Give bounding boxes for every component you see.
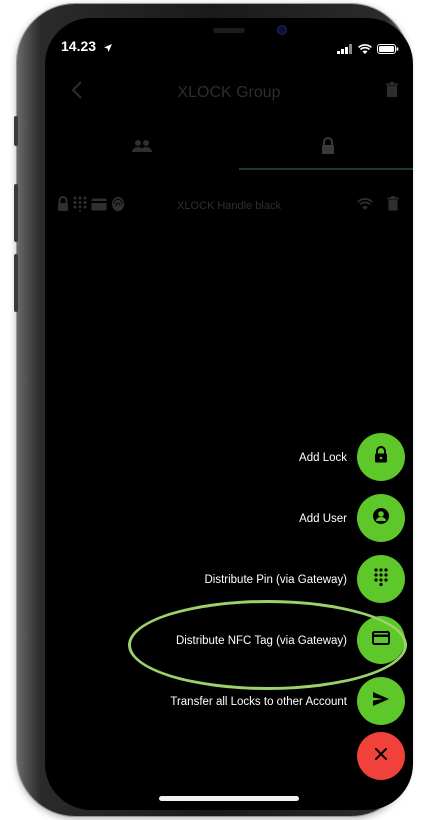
user-icon — [372, 507, 390, 530]
tab-locks[interactable] — [239, 128, 413, 168]
tab-bar — [45, 128, 413, 172]
transfer-locks-button[interactable] — [357, 677, 405, 725]
active-tab-indicator — [239, 168, 413, 170]
lock-tab-icon — [321, 136, 335, 160]
signal-icon — [337, 41, 353, 59]
fab-item-distribute-pin[interactable]: Distribute Pin (via Gateway) — [45, 555, 405, 605]
fab-item-distribute-nfc[interactable]: Distribute NFC Tag (via Gateway) — [45, 616, 405, 666]
close-icon — [375, 747, 387, 765]
lock-feature-icons — [57, 196, 125, 217]
volume-down-button — [14, 254, 18, 312]
battery-icon — [377, 41, 399, 59]
distribute-nfc-button[interactable] — [357, 616, 405, 664]
add-user-button[interactable] — [357, 494, 405, 542]
phone-screen: 14.23 XLOCK Group XLOCK Handle black Add… — [45, 18, 413, 810]
wifi-signal-icon — [357, 197, 373, 215]
navbar: XLOCK Group — [45, 78, 413, 108]
delete-group-icon[interactable] — [385, 82, 399, 103]
home-indicator[interactable] — [159, 796, 299, 801]
status-time: 14.23 — [61, 38, 97, 54]
mute-switch — [14, 116, 18, 146]
distribute-pin-button[interactable] — [357, 555, 405, 603]
card-icon — [91, 198, 107, 216]
close-menu-button[interactable] — [357, 732, 405, 780]
fab-label-add-lock[interactable]: Add Lock — [299, 452, 347, 464]
wifi-icon — [358, 41, 372, 59]
fab-label-transfer-locks[interactable]: Transfer all Locks to other Account — [170, 696, 347, 708]
lock-icon — [374, 446, 388, 468]
tab-users[interactable] — [53, 128, 231, 168]
fingerprint-icon — [111, 196, 125, 217]
fab-label-distribute-pin[interactable]: Distribute Pin (via Gateway) — [204, 574, 347, 586]
keypad-icon — [73, 196, 87, 217]
add-lock-button[interactable] — [357, 433, 405, 481]
lock-name: XLOCK Handle black — [177, 200, 281, 212]
page-title: XLOCK Group — [177, 84, 281, 101]
fab-label-add-user[interactable]: Add User — [299, 513, 347, 525]
lock-row-actions — [357, 196, 399, 216]
location-arrow-icon — [103, 40, 113, 58]
fab-label-distribute-nfc[interactable]: Distribute NFC Tag (via Gateway) — [176, 635, 347, 647]
volume-up-button — [14, 184, 18, 242]
status-icons — [337, 41, 399, 59]
front-camera — [277, 25, 287, 35]
lock-list-item[interactable]: XLOCK Handle black — [45, 190, 413, 224]
fab-item-add-lock[interactable]: Add Lock — [45, 433, 405, 483]
delete-lock-icon[interactable] — [387, 196, 399, 216]
lock-icon — [57, 196, 69, 217]
fab-item-add-user[interactable]: Add User — [45, 494, 405, 544]
card-icon — [372, 630, 390, 650]
keypad-icon — [374, 567, 388, 591]
send-icon — [372, 691, 390, 712]
status-bar: 14.23 — [45, 38, 413, 58]
group-icon — [131, 139, 153, 158]
fab-item-close[interactable] — [45, 732, 405, 782]
fab-item-transfer-locks[interactable]: Transfer all Locks to other Account — [45, 677, 405, 727]
speaker — [213, 28, 245, 33]
